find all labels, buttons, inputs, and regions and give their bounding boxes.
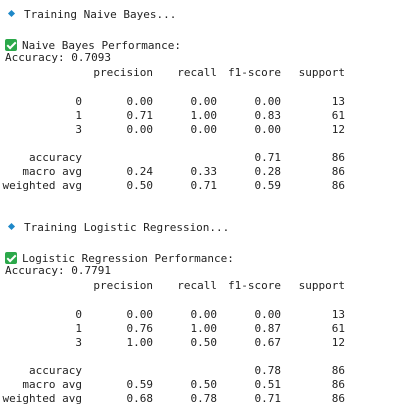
summary-row-label: accuracy: [29, 364, 82, 377]
summary-row-recall: 0.71: [190, 179, 218, 192]
training-label: Training Naive Bayes...: [24, 8, 177, 21]
column-header-support: support: [298, 279, 345, 292]
summary-row-f1: 0.28: [254, 165, 282, 178]
column-header-precision: precision: [93, 279, 153, 292]
summary-row-support: 86: [331, 165, 345, 178]
class-row-f1: 0.67: [254, 336, 282, 349]
column-header-recall: recall: [177, 66, 217, 79]
summary-row-support: 86: [331, 151, 345, 164]
class-row-precision: 0.00: [126, 308, 154, 321]
class-row-label: 1: [75, 322, 82, 335]
summary-row-support: 86: [331, 179, 345, 192]
summary-row-recall: 0.33: [190, 165, 218, 178]
training-label: Training Logistic Regression...: [24, 221, 230, 234]
column-header-f1: f1-score: [228, 279, 281, 292]
accuracy-line: Accuracy: 0.7093: [5, 51, 111, 64]
summary-row-recall: 0.78: [190, 392, 218, 405]
performance-heading: Logistic Regression Performance:: [5, 250, 234, 265]
class-row-recall: 0.00: [190, 123, 218, 136]
class-row-precision: 0.71: [126, 109, 154, 122]
summary-row-label: weighted avg: [2, 392, 82, 405]
class-row-label: 0: [75, 308, 82, 321]
summary-row-support: 86: [331, 378, 345, 391]
class-row-f1: 0.00: [254, 123, 282, 136]
summary-row-support: 86: [331, 392, 345, 405]
summary-row-f1: 0.78: [254, 364, 282, 377]
summary-row-f1: 0.59: [254, 179, 282, 192]
summary-row-precision: 0.68: [126, 392, 154, 405]
summary-row-label: accuracy: [29, 151, 82, 164]
class-row-f1: 0.00: [254, 95, 282, 108]
class-row-recall: 1.00: [190, 109, 218, 122]
class-row-support: 13: [331, 95, 345, 108]
column-header-precision: precision: [93, 66, 153, 79]
summary-row-precision: 0.50: [126, 179, 154, 192]
column-header-f1: f1-score: [228, 66, 281, 79]
class-row-recall: 0.00: [190, 308, 218, 321]
class-row-recall: 0.50: [190, 336, 218, 349]
blue-diamond-icon: [7, 222, 16, 231]
blue-diamond-icon: [7, 9, 16, 18]
class-row-f1: 0.00: [254, 308, 282, 321]
class-row-precision: 0.00: [126, 95, 154, 108]
summary-row-precision: 0.24: [126, 165, 154, 178]
summary-row-support: 86: [331, 364, 345, 377]
class-row-f1: 0.83: [254, 109, 282, 122]
summary-row-recall: 0.50: [190, 378, 218, 391]
summary-row-f1: 0.71: [254, 392, 282, 405]
class-row-precision: 0.00: [126, 123, 154, 136]
summary-row-f1: 0.71: [254, 151, 282, 164]
class-row-precision: 1.00: [126, 336, 154, 349]
summary-row-label: macro avg: [22, 378, 82, 391]
summary-row-label: weighted avg: [2, 179, 82, 192]
class-row-label: 3: [75, 123, 82, 136]
column-header-support: support: [298, 66, 345, 79]
training-status-line: Training Logistic Regression...: [5, 221, 229, 235]
summary-row-f1: 0.51: [254, 378, 282, 391]
class-row-recall: 0.00: [190, 95, 218, 108]
class-row-recall: 1.00: [190, 322, 218, 335]
class-row-label: 3: [75, 336, 82, 349]
accuracy-line: Accuracy: 0.7791: [5, 264, 111, 277]
class-row-label: 0: [75, 95, 82, 108]
summary-row-precision: 0.59: [126, 378, 154, 391]
green-check-icon: [5, 39, 17, 51]
class-row-label: 1: [75, 109, 82, 122]
class-row-support: 12: [331, 123, 345, 136]
performance-heading: Naive Bayes Performance:: [5, 37, 181, 52]
training-status-line: Training Naive Bayes...: [5, 8, 176, 22]
column-header-recall: recall: [177, 279, 217, 292]
summary-row-label: macro avg: [22, 165, 82, 178]
class-row-support: 13: [331, 308, 345, 321]
green-check-icon: [5, 252, 17, 264]
class-row-precision: 0.76: [126, 322, 154, 335]
class-row-support: 61: [331, 322, 345, 335]
class-row-support: 61: [331, 109, 345, 122]
class-row-f1: 0.87: [254, 322, 282, 335]
class-row-support: 12: [331, 336, 345, 349]
